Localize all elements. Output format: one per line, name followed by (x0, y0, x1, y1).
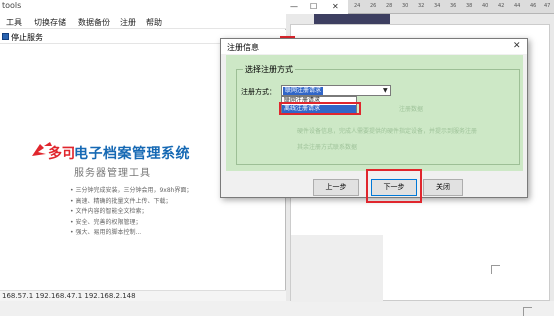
registration-method-group: 选择注册方式 注册方式： 联网注册请求 ▼ 联网注册请求 离线注册请求 注册数据… (236, 64, 520, 165)
hint-text: 其余注册方式联系数据 (297, 144, 358, 151)
method-label: 注册方式： (241, 88, 276, 96)
ruler-tick: 34 (434, 3, 441, 9)
chevron-down-icon[interactable]: ▼ (383, 87, 388, 94)
ruler-tick: 32 (418, 3, 425, 9)
close-icon[interactable]: ✕ (513, 41, 521, 51)
page-shaded-area (291, 235, 383, 302)
feature-item: • 文件内容的智能全文检索； (70, 208, 148, 215)
hint-text: 注册数据 (399, 106, 424, 113)
close-window-button[interactable]: ✕ (332, 2, 339, 11)
window-controls: — ☐ ✕ (286, 0, 348, 14)
margin-mark (523, 307, 532, 316)
dialog-titlebar: 注册信息 ✕ (221, 39, 527, 54)
app-titlebar: tools (0, 0, 286, 14)
stop-icon[interactable] (2, 33, 9, 40)
ruler-tick: 47 (544, 3, 551, 9)
group-title: 选择注册方式 (243, 64, 295, 75)
brand-subtitle: 服务器管理工具 (74, 168, 151, 179)
feature-item: • 高速、精确的批量文件上传、下载； (70, 197, 172, 205)
prev-step-button[interactable]: 上一步 (313, 179, 359, 196)
app-title: tools (2, 1, 22, 10)
feature-item: • 三分钟完成安装，三分钟会用，9x8h界面； (70, 187, 193, 194)
menu-tools[interactable]: 工具 (6, 17, 22, 28)
maximize-button[interactable]: ☐ (310, 2, 317, 11)
ruler-tick: 24 (354, 3, 361, 9)
dialog-title: 注册信息 (227, 43, 259, 52)
close-button[interactable]: 关闭 (423, 179, 463, 196)
red-highlight-box (279, 102, 361, 115)
status-bar: 168.57.1 192.168.47.1 192.168.2.148 (0, 290, 286, 301)
ruler-tick: 42 (498, 3, 505, 9)
logo-text: 多可 (48, 145, 74, 162)
stop-service-button[interactable]: 停止服务 (11, 32, 43, 43)
ip-address-list: 168.57.1 192.168.47.1 192.168.2.148 (2, 292, 136, 300)
menu-data-backup[interactable]: 数据备份 (78, 17, 110, 28)
ruler-tick: 44 (514, 3, 521, 9)
ruler-tick: 28 (386, 3, 393, 9)
next-step-button[interactable]: 下一步 (371, 179, 417, 196)
brand-title: 电子档案管理系统 (74, 146, 190, 162)
menu-bar: 工具 切换存储 数据备份 注册 帮助 (0, 14, 286, 29)
ruler-tick: 40 (482, 3, 489, 9)
ruler-tick: 46 (530, 3, 537, 9)
feature-list: • 三分钟完成安装，三分钟会用，9x8h界面； • 高速、精确的批量文件上传、下… (70, 186, 192, 239)
registration-method-select[interactable]: 联网注册请求 ▼ (281, 85, 391, 96)
duoke-logo: 多可 (32, 142, 74, 162)
ruler-tick: 38 (466, 3, 473, 9)
menu-help[interactable]: 帮助 (146, 17, 162, 28)
margin-mark (491, 265, 500, 274)
selected-method: 联网注册请求 (283, 87, 324, 95)
hint-text: 硬件设备信息，完成人需要提供的硬件指定设备，并提示到服务注册 (297, 128, 478, 135)
registration-dialog: 注册信息 ✕ 选择注册方式 注册方式： 联网注册请求 ▼ 联网注册请求 离线注册… (220, 38, 528, 203)
minimize-button[interactable]: — (290, 2, 298, 11)
ruler-tick: 26 (370, 3, 377, 9)
ruler-tick: 30 (402, 3, 409, 9)
ruler-tick: 36 (450, 3, 457, 9)
header-band (314, 14, 390, 24)
feature-item: • 强大、易用的脚本控制... (70, 229, 142, 236)
feature-item: • 安全、完善的权限管理； (70, 218, 142, 226)
menu-register[interactable]: 注册 (120, 17, 136, 28)
menu-switch-storage[interactable]: 切换存储 (34, 17, 66, 28)
dialog-body: 选择注册方式 注册方式： 联网注册请求 ▼ 联网注册请求 离线注册请求 注册数据… (226, 55, 523, 171)
